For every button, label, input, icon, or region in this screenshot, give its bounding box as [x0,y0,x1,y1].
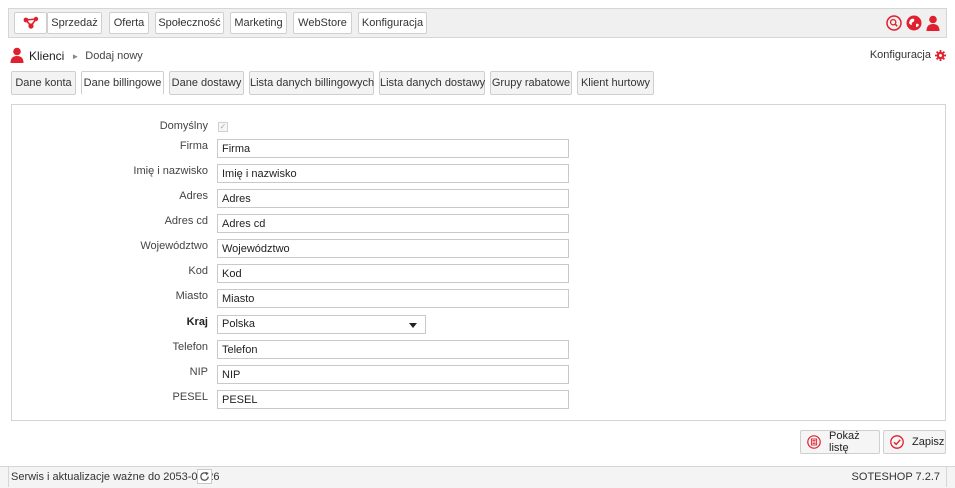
chevron-down-icon [409,323,417,328]
nav-oferta[interactable]: Oferta [109,12,149,34]
list-icon [807,435,821,449]
default-label: Domyślny [159,120,208,132]
breadcrumb-separator-icon: ► [71,51,80,61]
breadcrumb-current: Dodaj nowy [85,50,143,62]
form-row-kraj: Kraj Polska [12,315,945,335]
form-row-wojewodztwo: Województwo [12,239,945,259]
tab-lista-danych-dostawy[interactable]: Lista danych dostawy [379,71,485,95]
telefon-field[interactable] [217,340,569,359]
pesel-label: PESEL [172,391,208,403]
firma-field[interactable] [217,139,569,158]
top-right-icons [886,13,940,33]
country-select[interactable]: Polska [217,315,426,334]
form-row-adres: Adres [12,189,945,209]
nip-label: NIP [189,366,208,378]
adres-cd-label: Adres cd [164,215,208,227]
refresh-icon[interactable] [197,469,212,484]
save-button[interactable]: Zapisz [883,430,946,454]
config-link[interactable]: Konfiguracja [870,49,946,61]
kod-label: Kod [188,265,208,277]
country-select-value: Polska [222,318,256,330]
kraj-label: Kraj [186,316,208,328]
search-icon[interactable] [886,15,902,31]
network-logo-icon[interactable] [14,12,47,34]
gear-icon [935,49,946,61]
user-icon[interactable] [926,15,940,31]
tab-grupy-rabatowe[interactable]: Grupy rabatowe [490,71,572,95]
tab-dane-konta[interactable]: Dane konta [11,71,76,95]
config-link-label: Konfiguracja [869,49,931,61]
form-row-pesel: PESEL [12,390,945,410]
default-checkbox[interactable]: ✓ [218,122,228,132]
nip-field[interactable] [217,365,569,384]
nav-sprzedaz[interactable]: Sprzedaż [47,12,102,34]
form-row-adres-cd: Adres cd [12,214,945,234]
save-label: Zapisz [912,436,945,448]
wojewodztwo-label: Województwo [140,240,208,252]
tab-lista-danych-billingowych[interactable]: Lista danych billingowych [249,71,374,95]
form-row-firma: Firma [12,139,945,159]
wojewodztwo-field[interactable] [217,239,569,258]
imie-nazwisko-field[interactable] [217,164,569,183]
form-row-telefon: Telefon [12,340,945,360]
version-label: SOTESHOP 7.2.7 [851,471,940,483]
footer-inner: Serwis i aktualizacje ważne do 2053-08-2… [8,467,947,487]
pesel-field[interactable] [217,390,569,409]
miasto-label: Miasto [175,290,208,302]
service-expiry-text: Serwis i aktualizacje ważne do 2053-08-2… [11,471,220,483]
nav-marketing[interactable]: Marketing [230,12,287,34]
form-row-miasto: Miasto [12,289,945,309]
top-nav-bar: Sprzedaż Oferta Społeczność Marketing We… [8,8,947,38]
breadcrumb: Klienci ► Dodaj nowy [10,47,143,65]
nav-webstore[interactable]: WebStore [293,12,352,34]
footer: Serwis i aktualizacje ważne do 2053-08-2… [0,466,955,488]
nav-konfiguracja[interactable]: Konfiguracja [358,12,427,34]
nav-spolecznosc[interactable]: Społeczność [155,12,224,34]
check-circle-icon [890,435,904,449]
globe-icon[interactable] [906,15,922,31]
adres-cd-field[interactable] [217,214,569,233]
firma-label: Firma [179,140,208,152]
form-row-nip: NIP [12,365,945,385]
form-row-imie-nazwisko: Imię i nazwisko [12,164,945,184]
show-list-button[interactable]: Pokaż listę [800,430,880,454]
breadcrumb-klienci[interactable]: Klienci [29,49,64,63]
tab-dane-dostawy[interactable]: Dane dostawy [169,71,244,95]
miasto-field[interactable] [217,289,569,308]
billing-form-panel: Domyślny ✓ Firma Imię i nazwisko Adres A… [11,104,946,421]
telefon-label: Telefon [172,341,208,353]
user-icon [10,47,24,66]
tab-klient-hurtowy[interactable]: Klient hurtowy [577,71,654,95]
imie-nazwisko-label: Imię i nazwisko [133,165,208,177]
form-row-kod: Kod [12,264,945,284]
show-list-label: Pokaż listę [829,430,860,454]
kod-field[interactable] [217,264,569,283]
adres-label: Adres [179,190,208,202]
adres-field[interactable] [217,189,569,208]
tab-dane-billingowe[interactable]: Dane billingowe [81,71,164,95]
form-row-default: Domyślny ✓ [12,119,945,139]
